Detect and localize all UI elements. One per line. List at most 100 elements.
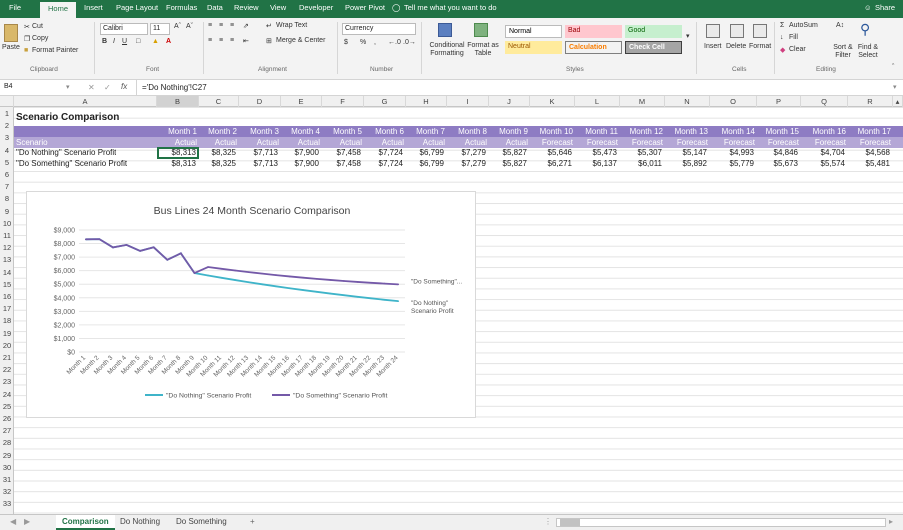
do-nothing-value-cell[interactable]: $7,724 (364, 148, 406, 158)
collapse-ribbon-icon[interactable]: ˆ (892, 64, 894, 71)
number-format-select[interactable]: Currency (342, 23, 416, 35)
row-header[interactable]: 7 (0, 181, 14, 192)
borders-icon[interactable]: □ (136, 38, 140, 45)
column-header[interactable]: C (199, 96, 239, 107)
styles-more-icon[interactable]: ▾ (686, 32, 690, 40)
month-header-cell[interactable]: Month 10 (530, 127, 575, 137)
paste-button[interactable]: Paste (2, 44, 20, 51)
month-header-cell[interactable]: Month 16 (801, 127, 848, 137)
month-header-cell[interactable]: Month 3 (239, 127, 281, 137)
row-header[interactable]: 20 (0, 340, 14, 351)
month-header-cell[interactable]: Month 15 (757, 127, 801, 137)
column-header[interactable]: N (665, 96, 710, 107)
horizontal-scrollbar[interactable] (556, 518, 886, 527)
sheet-options-icon[interactable]: ⋮ (544, 517, 552, 526)
align-top-icon[interactable]: ≡ (208, 22, 212, 29)
column-header[interactable]: I (447, 96, 489, 107)
column-header[interactable]: F (322, 96, 364, 107)
formula-input[interactable]: ='Do Nothing'!C27 (142, 83, 207, 92)
decrease-decimal-icon[interactable]: .0→ (403, 39, 416, 46)
scroll-right-arrow-icon[interactable]: ▸ (889, 517, 893, 526)
column-header[interactable]: E (281, 96, 322, 107)
tab-power-pivot[interactable]: Power Pivot (345, 3, 385, 12)
type-header-cell[interactable]: Forecast (710, 138, 757, 148)
month-header-cell[interactable]: Month 7 (406, 127, 447, 137)
align-right-icon[interactable]: ≡ (230, 37, 234, 44)
do-nothing-value-cell[interactable]: $5,646 (530, 148, 575, 158)
do-something-value-cell[interactable]: $6,271 (530, 159, 575, 169)
row-header[interactable]: 3 (0, 132, 14, 143)
do-something-value-cell[interactable]: $5,892 (665, 159, 710, 169)
row-header[interactable]: 1 (0, 108, 14, 119)
row-header[interactable]: 27 (0, 425, 14, 436)
tab-scroll-right-icon[interactable]: ▶ (24, 517, 30, 526)
select-all-corner[interactable] (0, 96, 14, 107)
comma-icon[interactable]: , (374, 39, 376, 46)
do-nothing-value-cell[interactable]: $5,473 (575, 148, 620, 158)
do-something-value-cell[interactable]: $6,137 (575, 159, 620, 169)
expand-formula-icon[interactable]: ▾ (893, 83, 897, 91)
row-header[interactable]: 23 (0, 376, 14, 387)
type-header-cell[interactable]: Actual (239, 138, 281, 148)
row-header[interactable]: 19 (0, 328, 14, 339)
column-header[interactable]: D (239, 96, 281, 107)
row-header[interactable]: 14 (0, 267, 14, 278)
row-header[interactable]: 29 (0, 450, 14, 461)
sheet-title[interactable]: Scenario Comparison (16, 112, 119, 124)
align-center-icon[interactable]: ≡ (219, 37, 223, 44)
style-good[interactable]: Good (625, 25, 682, 38)
type-header-cell[interactable]: Forecast (665, 138, 710, 148)
paste-icon[interactable] (4, 24, 18, 42)
tab-file[interactable]: File (9, 3, 21, 12)
share-button[interactable]: Share (875, 3, 895, 12)
percent-icon[interactable]: % (360, 39, 366, 46)
column-header[interactable]: R (848, 96, 893, 107)
row5-label[interactable]: "Do Something" Scenario Profit (16, 159, 127, 169)
do-something-value-cell[interactable]: $6,011 (620, 159, 665, 169)
do-something-value-cell[interactable]: $7,900 (281, 159, 322, 169)
type-header-cell[interactable]: Actual (281, 138, 322, 148)
row-header[interactable]: 32 (0, 486, 14, 497)
column-header[interactable]: A (14, 96, 157, 107)
tell-me-box[interactable]: Tell me what you want to do (404, 3, 497, 12)
enter-icon[interactable]: ✓ (104, 83, 111, 92)
type-header-cell[interactable]: Forecast (620, 138, 665, 148)
tab-page-layout[interactable]: Page Layout (116, 3, 158, 12)
line-chart[interactable]: Bus Lines 24 Month Scenario Comparison $… (26, 191, 476, 418)
orientation-icon[interactable]: ⇗ (243, 22, 249, 30)
do-nothing-value-cell[interactable]: $7,713 (239, 148, 281, 158)
month-header-cell[interactable]: Month 5 (322, 127, 364, 137)
sheet-tab-do-nothing[interactable]: Do Nothing (120, 517, 160, 526)
active-cell-selection[interactable] (157, 147, 199, 159)
row-header[interactable]: 2 (0, 120, 14, 131)
row-header[interactable]: 31 (0, 474, 14, 485)
type-header-cell[interactable]: Actual (406, 138, 447, 148)
italic-icon[interactable]: I (113, 38, 115, 45)
row-header[interactable]: 13 (0, 254, 14, 265)
cut-button[interactable]: Cut (32, 23, 43, 30)
row-header[interactable]: 28 (0, 437, 14, 448)
font-shrink-icon[interactable]: Aˇ (186, 23, 193, 30)
column-header[interactable]: G (364, 96, 406, 107)
type-header-cell[interactable]: Actual (199, 138, 239, 148)
insert-function-icon[interactable]: fx (121, 82, 127, 91)
column-header[interactable]: M (620, 96, 665, 107)
row4-label[interactable]: "Do Nothing" Scenario Profit (16, 148, 116, 158)
underline-icon[interactable]: U (122, 38, 127, 45)
add-sheet-button[interactable]: + (250, 517, 255, 526)
row-header[interactable]: 16 (0, 291, 14, 302)
row-header[interactable]: 5 (0, 157, 14, 168)
font-grow-icon[interactable]: Aˆ (174, 23, 181, 30)
style-bad[interactable]: Bad (565, 25, 622, 38)
row-header[interactable]: 6 (0, 169, 14, 180)
type-header-cell[interactable]: Forecast (530, 138, 575, 148)
type-header-cell[interactable]: Forecast (757, 138, 801, 148)
type-header-cell[interactable]: Actual (489, 138, 530, 148)
tab-view[interactable]: View (270, 3, 286, 12)
column-header[interactable]: L (575, 96, 620, 107)
cancel-icon[interactable]: ✕ (88, 83, 95, 92)
format-as-table-button[interactable]: Format as Table (467, 42, 499, 58)
style-normal[interactable]: Normal (505, 25, 562, 38)
increase-decimal-icon[interactable]: ←.0 (388, 39, 401, 46)
tab-developer[interactable]: Developer (299, 3, 333, 12)
